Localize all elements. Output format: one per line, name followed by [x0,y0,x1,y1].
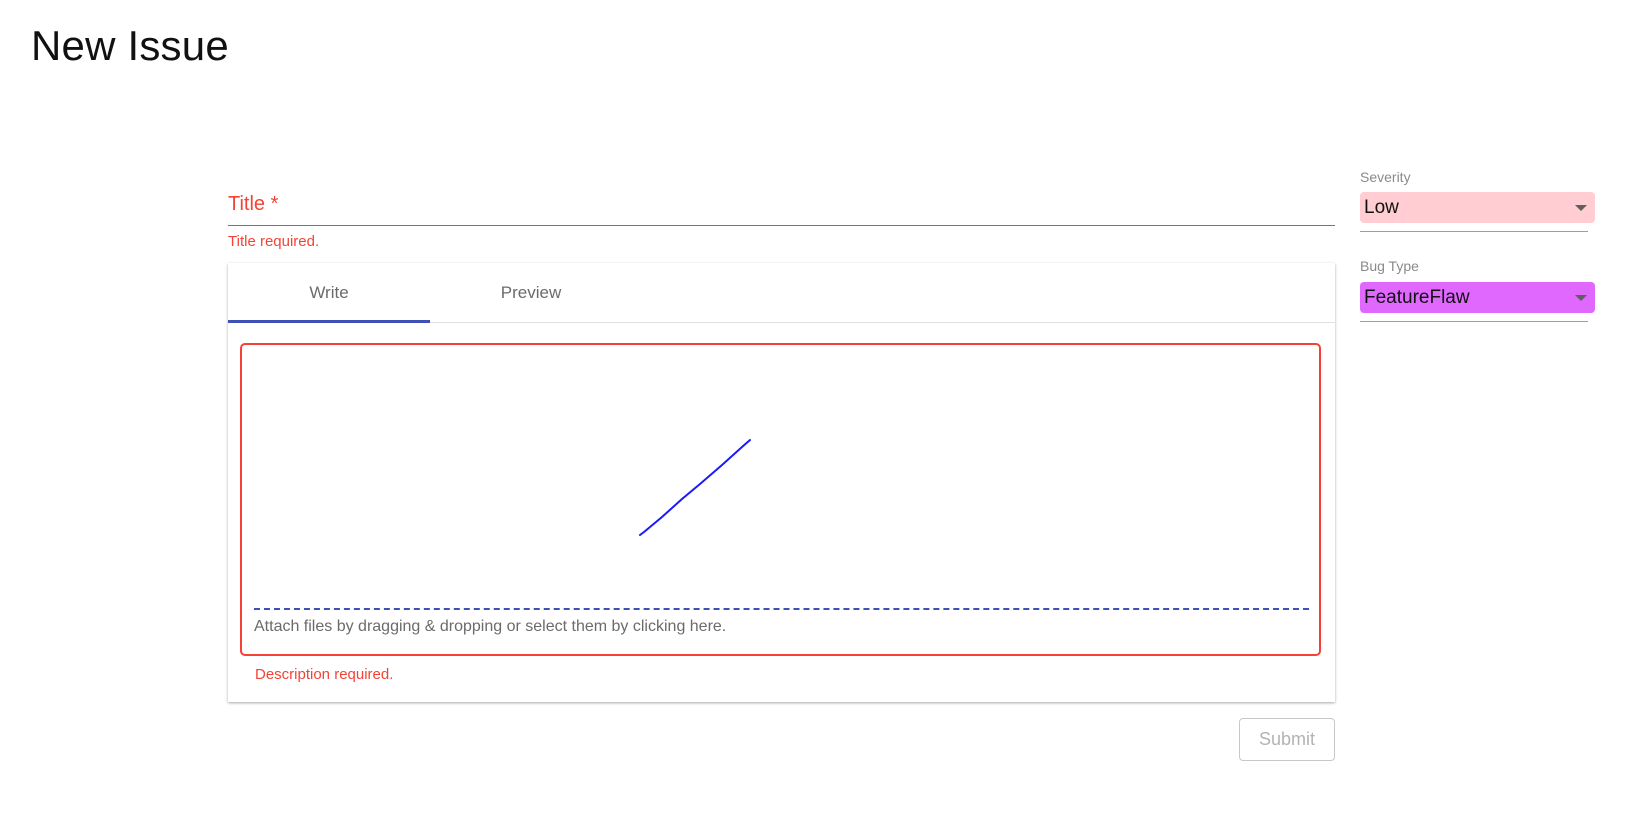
bug-type-select[interactable]: FeatureFlaw [1360,282,1595,322]
chevron-down-icon [1575,205,1587,211]
severity-value: Low [1364,197,1399,218]
new-issue-page: New Issue Title * Title required. Write … [0,0,1650,815]
page-title: New Issue [31,22,229,69]
tab-write[interactable]: Write [228,263,430,323]
description-editor: Write Preview Attach files by dragging &… [228,263,1335,702]
editor-tabs: Write Preview [228,263,1335,323]
active-tab-indicator [228,320,430,323]
severity-label: Severity [1360,169,1411,185]
title-input[interactable] [228,190,1335,225]
chevron-down-icon [1575,295,1587,301]
drawn-scribble-line [639,439,751,536]
tab-preview[interactable]: Preview [430,263,632,323]
title-error-message: Title required. [228,233,320,250]
description-error-message: Description required. [255,666,394,683]
description-textarea[interactable] [254,355,1309,595]
description-drop-area[interactable]: Attach files by dragging & dropping or s… [240,343,1321,656]
attach-files-link[interactable]: Attach files by dragging & dropping or s… [254,618,726,636]
severity-value-box[interactable]: Low [1360,192,1595,223]
title-field[interactable]: Title * [228,190,1335,226]
bug-type-label: Bug Type [1360,258,1419,274]
bug-type-value: FeatureFlaw [1364,287,1470,308]
bug-type-value-box[interactable]: FeatureFlaw [1360,282,1595,313]
severity-select[interactable]: Low [1360,192,1595,232]
submit-button[interactable]: Submit [1239,718,1335,761]
attach-divider [254,608,1309,610]
